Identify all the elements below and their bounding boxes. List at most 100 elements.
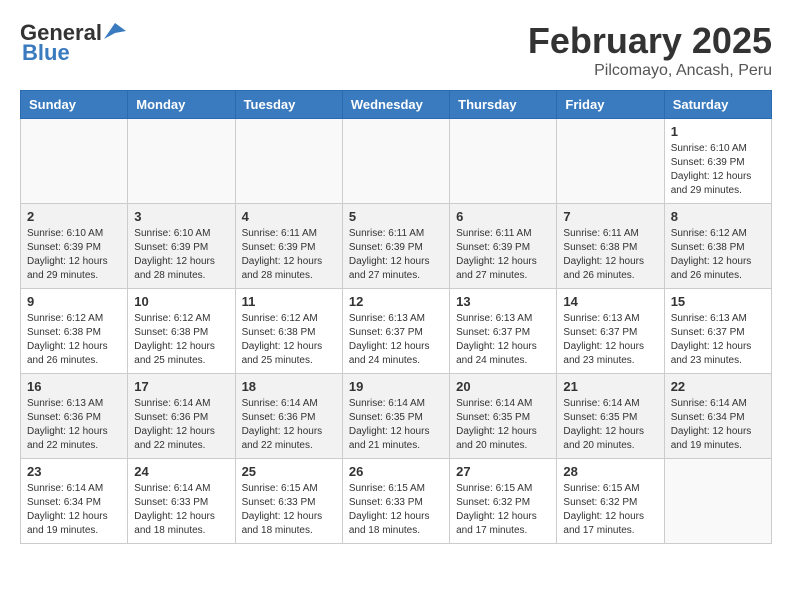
calendar-cell: 24Sunrise: 6:14 AM Sunset: 6:33 PM Dayli… xyxy=(128,459,235,544)
calendar-cell: 11 Sunrise: 6:12 AM Sunset: 6:38 PM Dayli… xyxy=(235,289,342,374)
day-info: Sunrise: 6:10 AM Sunset: 6:39 PM Dayligh… xyxy=(27,227,121,283)
calendar-cell: 17 Sunrise: 6:14 AM Sunset: 6:36 PM Dayli… xyxy=(128,374,235,459)
weekday-header-saturday: Saturday xyxy=(664,91,771,119)
calendar-cell: 26 Sunrise: 6:15 AM Sunset: 6:33 PM Dayli… xyxy=(342,459,449,544)
calendar-cell: 7Sunrise: 6:11 AM Sunset: 6:38 PM Daylig… xyxy=(557,204,664,289)
day-info: Sunrise: 6:15 AM Sunset: 6:33 PM Dayligh… xyxy=(349,482,443,538)
day-number: 25 xyxy=(242,464,336,479)
day-info: Sunrise: 6:12 AM Sunset: 6:38 PM Dayligh… xyxy=(27,312,121,368)
day-info: Sunrise: 6:11 AM Sunset: 6:39 PM Dayligh… xyxy=(242,227,336,283)
weekday-header-friday: Friday xyxy=(557,91,664,119)
title-block: February 2025 Pilcomayo, Ancash, Peru xyxy=(528,20,772,80)
day-number: 2 xyxy=(27,209,121,224)
location-title: Pilcomayo, Ancash, Peru xyxy=(528,62,772,80)
calendar-cell: 22Sunrise: 6:14 AM Sunset: 6:34 PM Dayli… xyxy=(664,374,771,459)
day-number: 14 xyxy=(563,294,657,309)
calendar-cell xyxy=(21,119,128,204)
day-number: 17 xyxy=(134,379,228,394)
day-number: 21 xyxy=(563,379,657,394)
calendar-cell: 12 Sunrise: 6:13 AM Sunset: 6:37 PM Dayli… xyxy=(342,289,449,374)
calendar-cell: 6 Sunrise: 6:11 AM Sunset: 6:39 PM Daylig… xyxy=(450,204,557,289)
weekday-header-tuesday: Tuesday xyxy=(235,91,342,119)
day-number: 5 xyxy=(349,209,443,224)
day-number: 8 xyxy=(671,209,765,224)
day-number: 6 xyxy=(456,209,550,224)
day-info: Sunrise: 6:14 AM Sunset: 6:35 PM Dayligh… xyxy=(563,397,657,453)
calendar-week-3: 9 Sunrise: 6:12 AM Sunset: 6:38 PM Daylig… xyxy=(21,289,772,374)
day-number: 12 xyxy=(349,294,443,309)
day-number: 7 xyxy=(563,209,657,224)
day-info: Sunrise: 6:10 AM Sunset: 6:39 PM Dayligh… xyxy=(671,142,765,198)
calendar-cell: 20 Sunrise: 6:14 AM Sunset: 6:35 PM Dayli… xyxy=(450,374,557,459)
day-number: 22 xyxy=(671,379,765,394)
day-info: Sunrise: 6:13 AM Sunset: 6:37 PM Dayligh… xyxy=(349,312,443,368)
calendar-cell: 5 Sunrise: 6:11 AM Sunset: 6:39 PM Daylig… xyxy=(342,204,449,289)
day-info: Sunrise: 6:11 AM Sunset: 6:39 PM Dayligh… xyxy=(349,227,443,283)
day-info: Sunrise: 6:14 AM Sunset: 6:36 PM Dayligh… xyxy=(134,397,228,453)
logo-blue: Blue xyxy=(22,40,70,66)
day-number: 16 xyxy=(27,379,121,394)
calendar-cell: 4 Sunrise: 6:11 AM Sunset: 6:39 PM Daylig… xyxy=(235,204,342,289)
calendar-cell: 15Sunrise: 6:13 AM Sunset: 6:37 PM Dayli… xyxy=(664,289,771,374)
weekday-header-thursday: Thursday xyxy=(450,91,557,119)
calendar-cell: 3 Sunrise: 6:10 AM Sunset: 6:39 PM Daylig… xyxy=(128,204,235,289)
calendar-cell: 21 Sunrise: 6:14 AM Sunset: 6:35 PM Dayli… xyxy=(557,374,664,459)
calendar-cell: 16Sunrise: 6:13 AM Sunset: 6:36 PM Dayli… xyxy=(21,374,128,459)
calendar-cell: 13Sunrise: 6:13 AM Sunset: 6:37 PM Dayli… xyxy=(450,289,557,374)
day-info: Sunrise: 6:14 AM Sunset: 6:36 PM Dayligh… xyxy=(242,397,336,453)
calendar-cell xyxy=(342,119,449,204)
day-number: 4 xyxy=(242,209,336,224)
day-info: Sunrise: 6:12 AM Sunset: 6:38 PM Dayligh… xyxy=(671,227,765,283)
calendar-cell xyxy=(450,119,557,204)
day-number: 3 xyxy=(134,209,228,224)
calendar-body: 1 Sunrise: 6:10 AM Sunset: 6:39 PM Daylig… xyxy=(21,119,772,544)
day-number: 9 xyxy=(27,294,121,309)
day-info: Sunrise: 6:11 AM Sunset: 6:39 PM Dayligh… xyxy=(456,227,550,283)
calendar-cell xyxy=(128,119,235,204)
day-number: 11 xyxy=(242,294,336,309)
day-info: Sunrise: 6:14 AM Sunset: 6:34 PM Dayligh… xyxy=(27,482,121,538)
calendar-cell: 18 Sunrise: 6:14 AM Sunset: 6:36 PM Dayli… xyxy=(235,374,342,459)
calendar-cell: 8 Sunrise: 6:12 AM Sunset: 6:38 PM Daylig… xyxy=(664,204,771,289)
calendar-cell: 27Sunrise: 6:15 AM Sunset: 6:32 PM Dayli… xyxy=(450,459,557,544)
day-info: Sunrise: 6:13 AM Sunset: 6:37 PM Dayligh… xyxy=(456,312,550,368)
weekday-header-wednesday: Wednesday xyxy=(342,91,449,119)
day-info: Sunrise: 6:12 AM Sunset: 6:38 PM Dayligh… xyxy=(134,312,228,368)
day-number: 26 xyxy=(349,464,443,479)
calendar-cell: 25Sunrise: 6:15 AM Sunset: 6:33 PM Dayli… xyxy=(235,459,342,544)
calendar-cell: 1 Sunrise: 6:10 AM Sunset: 6:39 PM Daylig… xyxy=(664,119,771,204)
calendar-cell xyxy=(235,119,342,204)
day-info: Sunrise: 6:15 AM Sunset: 6:32 PM Dayligh… xyxy=(563,482,657,538)
calendar-table: SundayMondayTuesdayWednesdayThursdayFrid… xyxy=(20,90,772,544)
day-info: Sunrise: 6:14 AM Sunset: 6:35 PM Dayligh… xyxy=(349,397,443,453)
day-number: 1 xyxy=(671,124,765,139)
calendar-cell: 28 Sunrise: 6:15 AM Sunset: 6:32 PM Dayli… xyxy=(557,459,664,544)
calendar-cell xyxy=(557,119,664,204)
calendar-cell: 14Sunrise: 6:13 AM Sunset: 6:37 PM Dayli… xyxy=(557,289,664,374)
calendar-week-2: 2 Sunrise: 6:10 AM Sunset: 6:39 PM Daylig… xyxy=(21,204,772,289)
calendar-cell: 9 Sunrise: 6:12 AM Sunset: 6:38 PM Daylig… xyxy=(21,289,128,374)
calendar-cell: 10 Sunrise: 6:12 AM Sunset: 6:38 PM Dayli… xyxy=(128,289,235,374)
day-info: Sunrise: 6:12 AM Sunset: 6:38 PM Dayligh… xyxy=(242,312,336,368)
logo-bird-icon xyxy=(104,23,126,39)
day-number: 15 xyxy=(671,294,765,309)
calendar-cell: 2 Sunrise: 6:10 AM Sunset: 6:39 PM Daylig… xyxy=(21,204,128,289)
calendar-cell: 23 Sunrise: 6:14 AM Sunset: 6:34 PM Dayli… xyxy=(21,459,128,544)
day-info: Sunrise: 6:14 AM Sunset: 6:33 PM Dayligh… xyxy=(134,482,228,538)
day-number: 23 xyxy=(27,464,121,479)
weekday-header-monday: Monday xyxy=(128,91,235,119)
calendar-cell xyxy=(664,459,771,544)
calendar-week-1: 1 Sunrise: 6:10 AM Sunset: 6:39 PM Daylig… xyxy=(21,119,772,204)
calendar-week-5: 23 Sunrise: 6:14 AM Sunset: 6:34 PM Dayli… xyxy=(21,459,772,544)
day-info: Sunrise: 6:10 AM Sunset: 6:39 PM Dayligh… xyxy=(134,227,228,283)
page-header: General Blue February 2025 Pilcomayo, An… xyxy=(20,20,772,80)
day-number: 18 xyxy=(242,379,336,394)
logo: General Blue xyxy=(20,20,126,66)
calendar-header-row: SundayMondayTuesdayWednesdayThursdayFrid… xyxy=(21,91,772,119)
day-number: 28 xyxy=(563,464,657,479)
day-number: 10 xyxy=(134,294,228,309)
calendar-cell: 19Sunrise: 6:14 AM Sunset: 6:35 PM Dayli… xyxy=(342,374,449,459)
day-number: 27 xyxy=(456,464,550,479)
day-info: Sunrise: 6:14 AM Sunset: 6:35 PM Dayligh… xyxy=(456,397,550,453)
day-number: 20 xyxy=(456,379,550,394)
